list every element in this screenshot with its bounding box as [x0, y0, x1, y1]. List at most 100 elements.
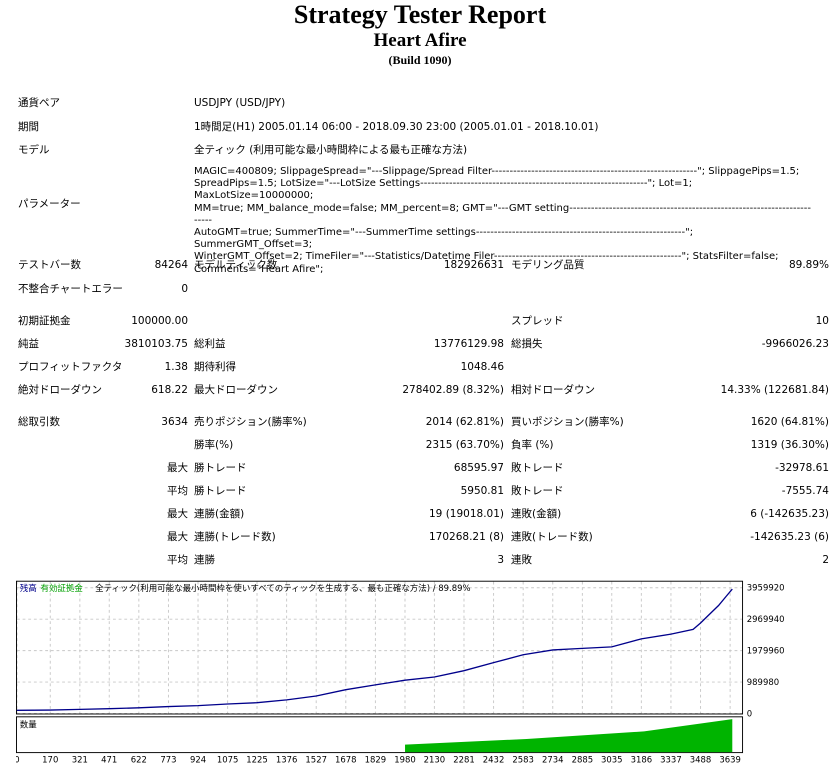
bars-label: テストバー数: [18, 259, 81, 271]
loss-value: 1319 (36.30%): [750, 439, 829, 451]
avgcl-label: 連敗: [511, 554, 532, 566]
consprofit-value: 170268.21 (8): [429, 531, 504, 543]
volume-label: 数量: [20, 720, 37, 730]
legend-balance: 残高: [20, 583, 37, 593]
balance-chart: 残高 有効証拠金 全ティック(利用可能な最小時間枠を使いすべてのティックを生成す…: [16, 580, 785, 764]
y-tick-label: 1979960: [747, 645, 785, 655]
chart-frame: [16, 580, 744, 715]
model-label: モデル: [18, 144, 50, 156]
x-tick-label: 1075: [217, 754, 239, 764]
x-tick-label: 2734: [542, 754, 564, 764]
win-value: 2315 (63.70%): [425, 439, 504, 451]
long-label: 買いポジション(勝率%): [511, 416, 624, 428]
x-tick-label: 471: [101, 754, 117, 764]
x-tick-label: 3035: [601, 754, 623, 764]
x-tick-label: 1527: [305, 754, 327, 764]
chart-grid: [16, 581, 743, 714]
absdd-label: 絶対ドローダウン: [18, 384, 102, 396]
consloss-label: 連敗(金額): [511, 508, 562, 520]
conslossamt-value: -142635.23 (6): [750, 531, 829, 543]
x-tick-label: 773: [160, 754, 176, 764]
y-tick-label: 3959920: [747, 583, 785, 593]
avgloss-value: -7555.74: [781, 485, 829, 497]
report-build: (Build 1090): [388, 53, 452, 67]
payoff-value: 1048.46: [460, 361, 504, 373]
symbol-label: 通貨ペア: [18, 97, 60, 109]
ticks-label: モデルティック数: [194, 259, 278, 271]
reldd-value: 14.33% (122681.84): [720, 384, 829, 396]
model-value: 全ティック (利用可能な最小時間枠による最も正確な方法): [194, 144, 468, 156]
x-tick-label: 1980: [394, 754, 416, 764]
x-tick-label: 3186: [631, 754, 653, 764]
y-tick-label: 2969940: [747, 614, 785, 624]
x-tick-label: 3639: [719, 754, 741, 764]
reldd-label: 相対ドローダウン: [511, 384, 595, 396]
y-tick-label: 0: [747, 708, 752, 718]
x-tick-label: 2281: [453, 754, 475, 764]
avgwin-value: 5950.81: [460, 485, 504, 497]
long-value: 1620 (64.81%): [750, 416, 829, 428]
params-label: パラメーター: [18, 198, 81, 210]
legend-equity: 有効証拠金: [40, 583, 83, 593]
x-axis: 0 170 321 471 622 773 924 1075 1225 1376 1527 1678 1…: [16, 754, 741, 764]
pf-label: プロフィットファクタ: [18, 361, 123, 373]
volume-area: [405, 719, 733, 753]
max-label-2: 最大: [167, 508, 188, 520]
trades-value: 3634: [161, 416, 188, 428]
symbol-value: USDJPY (USD/JPY): [194, 97, 286, 109]
short-value: 2014 (62.81%): [425, 416, 504, 428]
quality-label: モデリング品質: [511, 259, 585, 271]
x-tick-label: 1225: [246, 754, 268, 764]
consloss-value: 6 (-142635.23): [750, 508, 829, 520]
conswin-value: 19 (19018.01): [429, 508, 504, 520]
avgcw-label: 連勝: [194, 554, 215, 566]
grossprofit-value: 13776129.98: [433, 338, 504, 350]
maxwin-value: 68595.97: [453, 462, 504, 474]
x-tick-label: 3488: [690, 754, 712, 764]
pf-value: 1.38: [164, 361, 188, 373]
x-tick-label: 0: [16, 754, 20, 764]
mismatch-label: 不整合チャートエラー: [18, 283, 123, 295]
win-label: 勝率(%): [194, 439, 234, 451]
short-label: 売りポジション(勝率%): [194, 416, 307, 428]
netprofit-value: 3810103.75: [124, 338, 188, 350]
report-subtitle: Heart Afire: [373, 30, 467, 51]
grossloss-value: -9966026.23: [761, 338, 829, 350]
y-tick-label: 989980: [747, 677, 779, 687]
x-tick-label: 622: [131, 754, 147, 764]
grossloss-label: 総損失: [511, 338, 543, 350]
maxdd-value: 278402.89 (8.32%): [402, 384, 504, 396]
loss-label: 負率 (%): [511, 439, 554, 451]
maxloss-value: -32978.61: [775, 462, 829, 474]
balance-line: [16, 588, 733, 711]
avg-label-2: 平均: [167, 554, 188, 566]
consprofit-label: 連勝(トレード数): [194, 531, 276, 543]
x-tick-label: 2130: [424, 754, 446, 764]
x-tick-label: 2432: [483, 754, 505, 764]
spread-value: 10: [815, 315, 829, 327]
mismatch-value: 0: [181, 283, 188, 295]
maxwin-label: 勝トレード: [194, 462, 247, 474]
max-label-1: 最大: [167, 462, 188, 474]
absdd-value: 618.22: [151, 384, 188, 396]
grossprofit-label: 総利益: [194, 338, 226, 350]
x-tick-label: 1376: [276, 754, 298, 764]
netprofit-label: 純益: [18, 338, 39, 350]
avg-label-1: 平均: [167, 485, 188, 497]
max-label-3: 最大: [167, 531, 188, 543]
x-tick-label: 2583: [512, 754, 534, 764]
x-tick-label: 924: [190, 754, 206, 764]
ticks-value: 182926631: [443, 259, 504, 271]
period-label: 期間: [18, 121, 39, 133]
avgwin-label: 勝トレード: [194, 485, 247, 497]
payoff-label: 期待利得: [194, 361, 236, 373]
y-axis: 3959920 2969940 1979960 989980 0: [747, 583, 785, 719]
period-value: 1時間足(H1) 2005.01.14 06:00 - 2018.09.30 2…: [194, 121, 599, 133]
x-tick-label: 170: [42, 754, 58, 764]
x-tick-label: 2885: [572, 754, 594, 764]
x-tick-label: 1678: [335, 754, 357, 764]
legend-rest: 全ティック(利用可能な最小時間枠を使いすべてのティックを生成する、最も正確な方法…: [95, 583, 470, 593]
deposit-label: 初期証拠金: [18, 315, 71, 327]
maxdd-label: 最大ドローダウン: [194, 384, 278, 396]
x-tick-label: 3337: [660, 754, 682, 764]
